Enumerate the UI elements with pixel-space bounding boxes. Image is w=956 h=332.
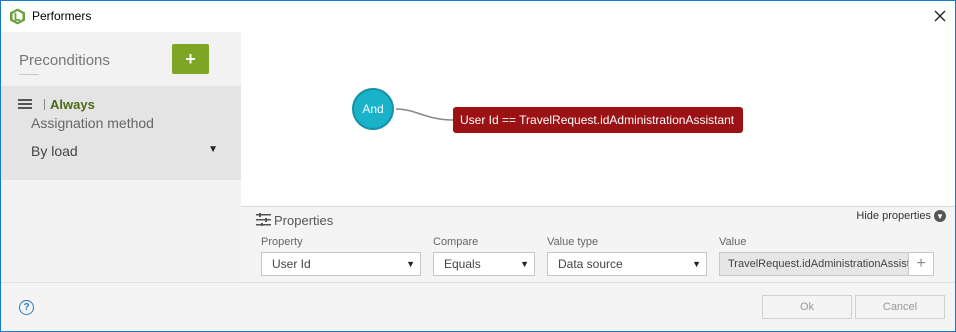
performers-dialog: Performers Preconditions + Always Assign… <box>0 0 956 332</box>
separator <box>44 99 45 110</box>
value-type-label: Value type <box>547 236 599 248</box>
add-precondition-button[interactable]: + <box>172 44 209 74</box>
value-type-select[interactable]: Data source ▼ <box>547 252 707 276</box>
compare-select[interactable]: Equals ▼ <box>433 252 535 276</box>
hide-properties-label: Hide properties <box>856 210 931 222</box>
dropdown-arrow-icon: ▼ <box>692 259 701 269</box>
value-type-value: Data source <box>558 257 623 271</box>
compare-label: Compare <box>433 236 479 248</box>
condition-canvas[interactable]: And User Id == TravelRequest.idAdministr… <box>241 32 955 206</box>
compare-value: Equals <box>444 257 481 271</box>
precondition-name: Always <box>50 97 95 112</box>
assignation-method-select[interactable]: By load ▼ <box>31 143 221 163</box>
and-node[interactable]: And <box>352 88 394 130</box>
property-select[interactable]: User Id ▼ <box>261 252 421 276</box>
property-label: Property <box>261 236 303 248</box>
help-icon[interactable]: ? <box>19 300 34 315</box>
window-title: Performers <box>32 9 92 23</box>
preconditions-sidebar: Preconditions + Always Assignation metho… <box>1 32 241 282</box>
chevron-down-icon: ▼ <box>934 210 946 222</box>
list-icon <box>18 99 32 109</box>
assignation-method-value: By load <box>31 143 78 159</box>
properties-panel: Properties Hide properties ▼ Property Us… <box>241 206 955 282</box>
dropdown-arrow-icon: ▼ <box>520 259 529 269</box>
title-underline <box>19 74 39 75</box>
value-label: Value <box>719 236 747 248</box>
precondition-item[interactable]: Always Assignation method By load ▼ <box>1 86 241 180</box>
close-icon <box>934 10 946 22</box>
cancel-button[interactable]: Cancel <box>855 295 945 319</box>
assignation-method-label: Assignation method <box>31 115 154 131</box>
dialog-footer: ? Ok Cancel <box>1 282 955 331</box>
properties-title: Properties <box>274 213 334 228</box>
title-bar: Performers <box>1 1 955 32</box>
property-value: User Id <box>272 257 311 271</box>
dropdown-arrow-icon: ▼ <box>406 259 415 269</box>
sliders-icon <box>256 213 271 226</box>
app-logo-icon <box>10 8 25 25</box>
close-button[interactable] <box>925 3 955 29</box>
ok-button[interactable]: Ok <box>762 295 852 319</box>
sidebar-header: Preconditions + <box>1 32 241 86</box>
value-field[interactable]: TravelRequest.idAdministrationAssistant <box>719 252 909 276</box>
hide-properties-button[interactable]: Hide properties ▼ <box>856 210 946 222</box>
condition-node[interactable]: User Id == TravelRequest.idAdministratio… <box>453 107 743 133</box>
sidebar-title: Preconditions <box>19 52 110 69</box>
dropdown-arrow-icon: ▼ <box>208 144 218 155</box>
add-value-button[interactable]: + <box>908 252 934 276</box>
